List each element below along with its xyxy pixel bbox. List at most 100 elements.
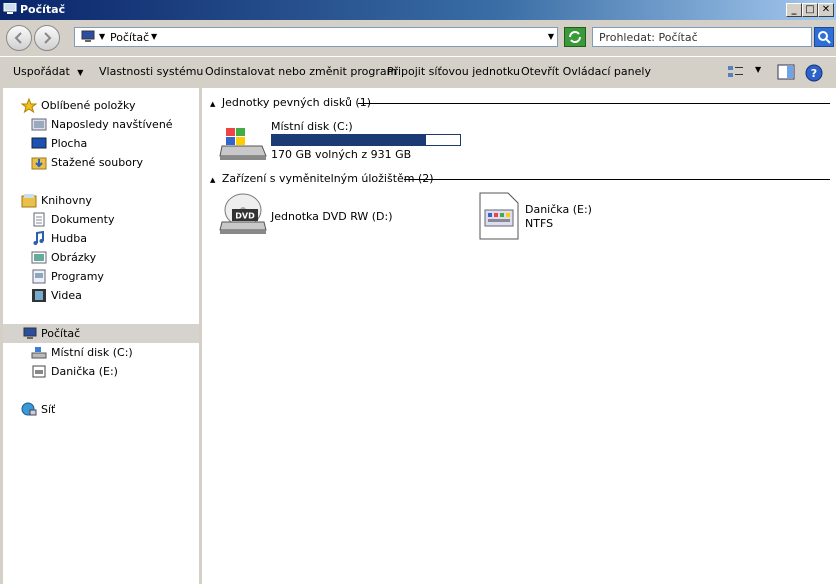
organize-label: Uspořádat	[13, 65, 70, 78]
navigation-pane: Oblíbené položky Naposledy navštívené Pl…	[3, 88, 199, 584]
system-properties-button[interactable]: Vlastnosti systému	[99, 65, 203, 78]
computer-icon	[3, 3, 17, 14]
drive-danicka-e[interactable]: Danička (E:) NTFS	[478, 192, 678, 240]
maximize-button[interactable]: □	[802, 3, 818, 17]
nav-label: Místní disk (C:)	[51, 346, 133, 359]
videos-icon	[32, 289, 46, 302]
map-network-drive-button[interactable]: Připojit síťovou jednotku	[387, 65, 520, 78]
drive-name: Jednotka DVD RW (D:)	[271, 210, 393, 223]
refresh-button[interactable]	[564, 27, 586, 47]
nav-libraries[interactable]: Knihovny	[21, 191, 191, 210]
removable-drive-icon	[32, 365, 46, 378]
close-button[interactable]: ✕	[818, 3, 834, 17]
command-bar: Uspořádat ▼ Vlastnosti systému Odinstalo…	[0, 56, 836, 87]
nav-local-disk-c[interactable]: Místní disk (C:)	[31, 343, 191, 362]
computer-icon	[23, 327, 37, 339]
group-header-label: Jednotky pevných disků (1)	[221, 96, 371, 109]
drive-local-disk-c[interactable]: Místní disk (C:) 170 GB volných z 931 GB	[218, 118, 468, 162]
libraries-icon	[21, 194, 37, 208]
nav-label: Dokumenty	[51, 213, 115, 226]
nav-music[interactable]: Hudba	[31, 229, 191, 248]
forward-button[interactable]	[34, 25, 60, 51]
svg-text:?: ?	[811, 67, 817, 80]
music-icon	[33, 231, 44, 245]
nav-label: Síť	[41, 403, 56, 416]
hard-drive-icon	[31, 347, 47, 359]
address-dropdown-icon[interactable]: ▼	[548, 32, 554, 41]
drive-dvd-d[interactable]: DVD Jednotka DVD RW (D:)	[218, 192, 438, 240]
nav-label: Naposledy navštívené	[51, 118, 173, 131]
star-icon	[21, 98, 37, 113]
window-title: Počítač	[20, 3, 66, 16]
view-dropdown-icon[interactable]: ▼	[755, 65, 761, 74]
drive-free-space: 170 GB volných z 931 GB	[271, 148, 412, 161]
drive-name: Danička (E:)	[525, 203, 592, 216]
nav-pictures[interactable]: Obrázky	[31, 248, 191, 267]
refresh-icon	[569, 31, 581, 43]
nav-label: Plocha	[51, 137, 88, 150]
open-control-panel-button[interactable]: Otevřít Ovládací panely	[521, 65, 651, 78]
address-row: ▼ Počítač ▼ ▼ Prohledat: Počítač	[0, 20, 836, 54]
back-arrow-icon	[14, 32, 22, 44]
group-header-removable[interactable]: ▲ Zařízení s vyměnitelným úložištěm (2)	[210, 172, 830, 185]
back-button[interactable]	[6, 25, 32, 51]
removable-drive-icon	[479, 192, 519, 240]
nav-downloads[interactable]: Stažené soubory	[31, 153, 191, 172]
nav-favorites[interactable]: Oblíbené položky	[21, 96, 191, 115]
nav-label: Obrázky	[51, 251, 97, 264]
search-icon	[818, 31, 831, 44]
nav-programs[interactable]: Programy	[31, 267, 191, 286]
nav-videos[interactable]: Videa	[31, 286, 191, 305]
nav-desktop[interactable]: Plocha	[31, 134, 191, 153]
svg-text:DVD: DVD	[235, 212, 255, 221]
nav-recent-places[interactable]: Naposledy navštívené	[31, 115, 191, 134]
downloads-folder-icon	[31, 157, 47, 170]
nav-label: Programy	[51, 270, 104, 283]
group-header-label: Zařízení s vyměnitelným úložištěm (2)	[221, 172, 434, 185]
uninstall-program-button[interactable]: Odinstalovat nebo změnit program	[205, 65, 397, 78]
drive-name: Místní disk (C:)	[271, 120, 353, 133]
dvd-drive-icon: DVD	[219, 193, 267, 234]
network-icon	[21, 402, 37, 416]
breadcrumb[interactable]: Počítač	[110, 31, 149, 44]
help-icon[interactable]: ?	[805, 64, 823, 82]
chevron-down-icon: ▼	[77, 68, 84, 77]
organize-button[interactable]: Uspořádat ▼	[13, 65, 83, 78]
pictures-icon	[31, 251, 47, 264]
drive-filesystem: NTFS	[525, 217, 554, 230]
group-header-hard-drives[interactable]: ▲ Jednotky pevných disků (1)	[210, 96, 830, 109]
programs-icon	[32, 269, 46, 284]
nav-label: Danička (E:)	[51, 365, 118, 378]
disk-usage-fill	[272, 135, 426, 145]
nav-label: Knihovny	[41, 194, 92, 207]
hard-drive-icon	[219, 128, 267, 160]
nav-computer[interactable]: Počítač	[3, 324, 199, 343]
breadcrumb-arrow-icon[interactable]: ▼	[151, 32, 157, 41]
nav-label: Videa	[51, 289, 82, 302]
collapse-icon: ▲	[210, 176, 216, 184]
nav-label: Stažené soubory	[51, 156, 143, 169]
preview-pane-icon[interactable]	[777, 64, 795, 80]
nav-network[interactable]: Síť	[21, 400, 191, 419]
breadcrumb-arrow-icon[interactable]: ▼	[99, 32, 105, 41]
view-options-icon[interactable]	[727, 64, 745, 80]
group-divider	[358, 103, 830, 104]
address-bar[interactable]: ▼ Počítač ▼ ▼	[74, 27, 558, 47]
collapse-icon: ▲	[210, 100, 216, 108]
disk-usage-bar	[271, 134, 461, 146]
computer-icon	[81, 30, 95, 42]
title-bar: Počítač _ □ ✕	[0, 0, 836, 20]
search-input[interactable]: Prohledat: Počítač	[592, 27, 812, 47]
recent-places-icon	[31, 118, 47, 131]
nav-label: Oblíbené položky	[41, 99, 136, 112]
content-pane: ▲ Jednotky pevných disků (1) Místní disk…	[202, 88, 836, 584]
nav-label: Počítač	[41, 327, 81, 340]
documents-icon	[33, 212, 45, 227]
nav-label: Hudba	[51, 232, 87, 245]
desktop-icon	[31, 137, 47, 149]
minimize-button[interactable]: _	[786, 3, 802, 17]
nav-danicka-e[interactable]: Danička (E:)	[31, 362, 191, 381]
search-button[interactable]	[814, 27, 834, 47]
nav-documents[interactable]: Dokumenty	[31, 210, 191, 229]
group-divider	[404, 179, 830, 180]
